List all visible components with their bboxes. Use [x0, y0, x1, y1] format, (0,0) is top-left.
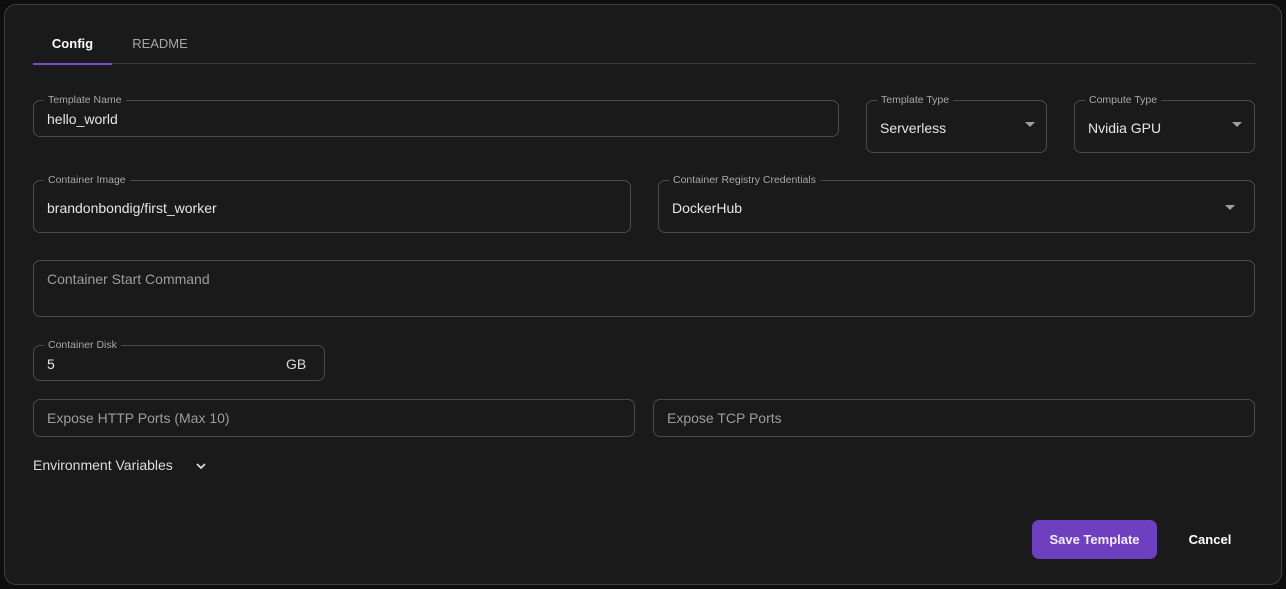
tcp-ports-field[interactable]: Expose TCP Ports: [653, 399, 1255, 437]
template-type-label: Template Type: [877, 93, 954, 107]
http-ports-field[interactable]: Expose HTTP Ports (Max 10): [33, 399, 635, 437]
registry-credentials-label: Container Registry Credentials: [669, 173, 820, 187]
tab-readme[interactable]: README: [119, 31, 201, 64]
tcp-ports-placeholder: Expose TCP Ports: [667, 410, 782, 426]
dropdown-caret-icon: [1025, 122, 1035, 127]
template-type-value: Serverless: [880, 120, 947, 136]
environment-variables-label: Environment Variables: [33, 457, 173, 473]
chevron-down-icon: [195, 459, 207, 471]
environment-variables-toggle[interactable]: Environment Variables: [33, 457, 207, 473]
template-name-field[interactable]: Template Name hello_world: [33, 93, 839, 137]
container-image-value: brandonbondig/first_worker: [47, 200, 217, 216]
save-template-button[interactable]: Save Template: [1032, 520, 1157, 559]
compute-type-select[interactable]: Compute Type Nvidia GPU: [1074, 93, 1255, 153]
container-disk-field[interactable]: Container Disk 5 GB: [33, 338, 325, 381]
tab-bar: Config README: [33, 31, 1255, 65]
registry-credentials-select[interactable]: Container Registry Credentials DockerHub: [658, 173, 1255, 233]
container-image-label: Container Image: [44, 173, 130, 187]
cancel-button[interactable]: Cancel: [1175, 520, 1245, 559]
dropdown-caret-icon: [1232, 122, 1242, 127]
container-image-field[interactable]: Container Image brandonbondig/first_work…: [33, 173, 631, 233]
start-command-textarea[interactable]: Container Start Command: [33, 260, 1255, 317]
template-type-select[interactable]: Template Type Serverless: [866, 93, 1047, 153]
template-config-modal: Config README Template Name hello_world …: [4, 4, 1282, 585]
container-disk-label: Container Disk: [44, 338, 121, 352]
registry-credentials-value: DockerHub: [672, 200, 743, 216]
compute-type-value: Nvidia GPU: [1088, 120, 1162, 136]
template-name-label: Template Name: [44, 93, 126, 107]
tab-config[interactable]: Config: [33, 31, 112, 65]
container-disk-value: 5: [47, 356, 55, 372]
template-name-value: hello_world: [47, 111, 118, 127]
start-command-placeholder: Container Start Command: [47, 271, 210, 287]
http-ports-placeholder: Expose HTTP Ports (Max 10): [47, 410, 230, 426]
compute-type-label: Compute Type: [1085, 93, 1162, 107]
container-disk-unit: GB: [286, 356, 307, 372]
dropdown-caret-icon: [1225, 205, 1235, 210]
